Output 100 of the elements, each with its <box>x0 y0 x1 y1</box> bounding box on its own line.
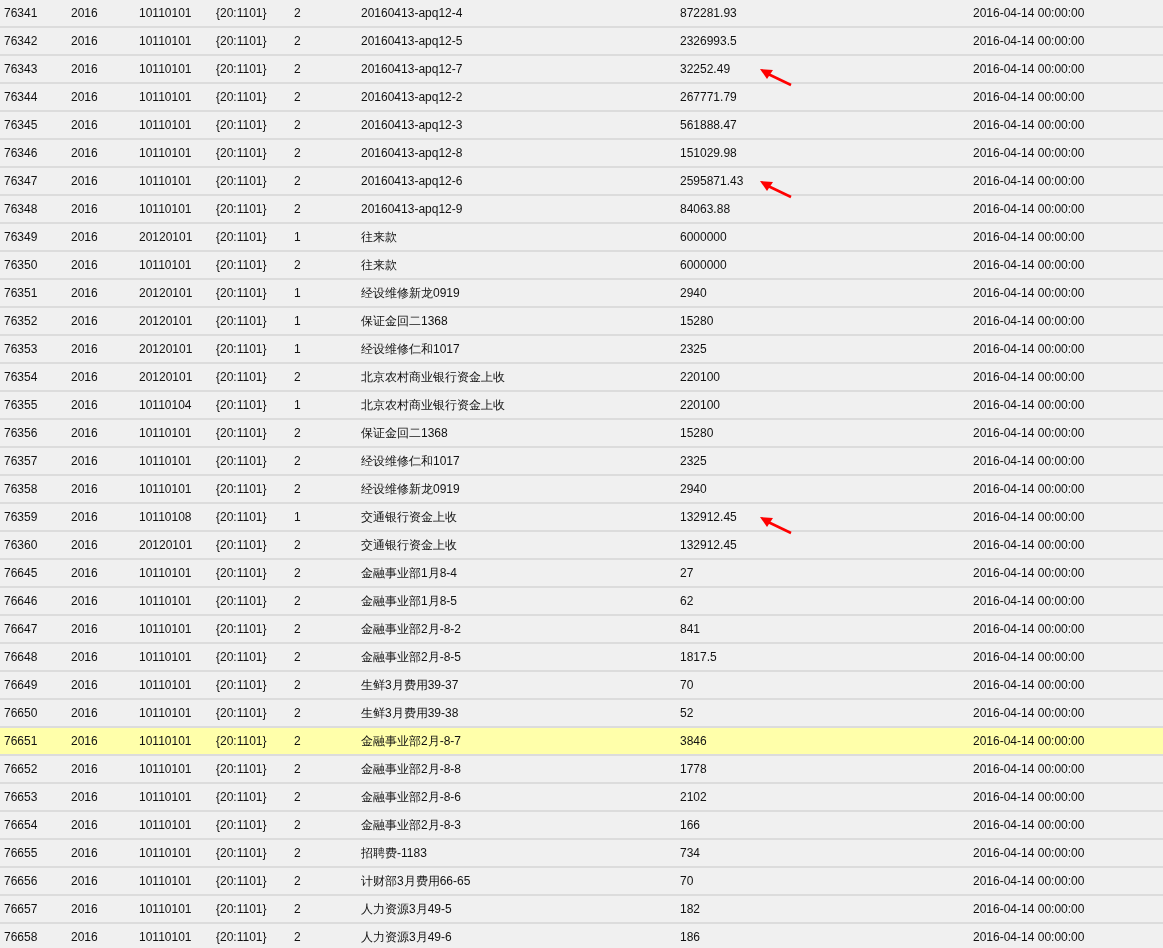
table-cell: 76646 <box>4 594 38 608</box>
table-cell: 1817.5 <box>680 650 717 664</box>
table-cell: 2016 <box>71 286 98 300</box>
table-cell: 10110101 <box>139 90 192 104</box>
table-cell: 76654 <box>4 818 38 832</box>
table-cell: {20:1101} <box>216 650 267 664</box>
table-cell: 2016 <box>71 6 98 20</box>
table-cell: 10110108 <box>139 510 192 524</box>
table-cell: 2016-04-14 00:00:00 <box>973 482 1085 496</box>
table-cell: 20160413-apq12-8 <box>361 146 463 160</box>
table-cell: 76353 <box>4 342 38 356</box>
table-cell: 2 <box>294 818 301 832</box>
table-cell: 2 <box>294 762 301 776</box>
table-cell: 金融事业部2月-8-2 <box>361 620 461 638</box>
table-cell: {20:1101} <box>216 538 267 552</box>
table-cell: 76647 <box>4 622 38 636</box>
table-cell: 10110101 <box>139 566 192 580</box>
table-cell: 10110101 <box>139 650 192 664</box>
table-cell: 76350 <box>4 258 38 272</box>
table-cell: 2016 <box>71 146 98 160</box>
table-cell: 北京农村商业银行资金上收 <box>361 396 505 414</box>
table-cell: {20:1101} <box>216 314 267 328</box>
table-cell: 76341 <box>4 6 38 20</box>
table-cell: 20160413-apq12-9 <box>361 202 463 216</box>
table-cell: 166 <box>680 818 701 832</box>
table-cell: 交通银行资金上收 <box>361 536 457 554</box>
table-cell: 70 <box>680 874 694 888</box>
table-cell: {20:1101} <box>216 62 267 76</box>
table-cell: 2595871.43 <box>680 174 744 188</box>
table-cell: 2016 <box>71 34 98 48</box>
table-cell: 2016-04-14 00:00:00 <box>973 174 1085 188</box>
table-cell: 76351 <box>4 286 38 300</box>
table-cell: 76348 <box>4 202 38 216</box>
table-cell: {20:1101} <box>216 454 267 468</box>
table-cell: 734 <box>680 846 701 860</box>
table-cell: 220100 <box>680 398 721 412</box>
table-cell: {20:1101} <box>216 734 267 748</box>
table-cell: 2016-04-14 00:00:00 <box>973 34 1085 48</box>
table-cell: 76652 <box>4 762 38 776</box>
table-cell: 2016-04-14 00:00:00 <box>973 258 1085 272</box>
table-cell: 220100 <box>680 370 721 384</box>
table-cell: {20:1101} <box>216 510 267 524</box>
table-cell: 10110101 <box>139 678 192 692</box>
table-cell: {20:1101} <box>216 90 267 104</box>
table-cell: 2016-04-14 00:00:00 <box>973 510 1085 524</box>
table-cell: 金融事业部1月8-5 <box>361 592 458 610</box>
table-cell: {20:1101} <box>216 846 267 860</box>
table-cell: {20:1101} <box>216 874 267 888</box>
table-cell: 2016-04-14 00:00:00 <box>973 594 1085 608</box>
table-cell: 32252.49 <box>680 62 731 76</box>
table-cell: 10110101 <box>139 734 192 748</box>
table-cell: 2016-04-14 00:00:00 <box>973 454 1085 468</box>
table-cell: 2016 <box>71 930 98 944</box>
table-cell: 2016 <box>71 874 98 888</box>
table-row[interactable]: 76651 2016 10110101 {20:1101} 2 金融事业部2月-8-7 3846 2016-04-14 00:00:00 <box>0 728 1163 756</box>
table-cell: 2 <box>294 146 301 160</box>
table-cell: 10110101 <box>139 426 192 440</box>
table-cell: 2016-04-14 00:00:00 <box>973 426 1085 440</box>
table-cell: 2 <box>294 622 301 636</box>
table-cell: 交通银行资金上收 <box>361 508 457 526</box>
table-cell: 2016 <box>71 650 98 664</box>
table-cell: 10110101 <box>139 594 192 608</box>
table-cell: 10110101 <box>139 902 192 916</box>
table-cell: 2 <box>294 482 301 496</box>
table-cell: 经设维修新龙0919 <box>361 480 460 498</box>
table-cell: 3846 <box>680 734 707 748</box>
table-cell: 52 <box>680 706 694 720</box>
table-cell: 1 <box>294 398 301 412</box>
table-cell: 76360 <box>4 538 38 552</box>
table-cell: 10110101 <box>139 706 192 720</box>
table-cell: 保证金回二1368 <box>361 312 448 330</box>
table-cell: 2016-04-14 00:00:00 <box>973 874 1085 888</box>
table-cell: {20:1101} <box>216 342 267 356</box>
table-cell: 2 <box>294 370 301 384</box>
table-cell: 2 <box>294 874 301 888</box>
table-cell: 2 <box>294 846 301 860</box>
table-cell: 2 <box>294 62 301 76</box>
table-cell: 10110101 <box>139 62 192 76</box>
table-cell: 2 <box>294 678 301 692</box>
table-cell: {20:1101} <box>216 902 267 916</box>
table-cell: 10110101 <box>139 790 192 804</box>
table-cell: {20:1101} <box>216 146 267 160</box>
table-cell: 2016 <box>71 622 98 636</box>
table-cell: 2016 <box>71 314 98 328</box>
table-cell: 1 <box>294 342 301 356</box>
table-cell: 2325 <box>680 454 707 468</box>
table-cell: 金融事业部2月-8-8 <box>361 760 461 778</box>
table-cell: 20120101 <box>139 538 193 552</box>
table-cell: 76651 <box>4 734 38 748</box>
table-cell: 2016 <box>71 678 98 692</box>
table-cell: 2016-04-14 00:00:00 <box>973 6 1085 20</box>
table-cell: 2016 <box>71 426 98 440</box>
table-cell: 76349 <box>4 230 38 244</box>
table-cell: 1 <box>294 510 301 524</box>
table-cell: 2016 <box>71 342 98 356</box>
table-cell: 20160413-apq12-6 <box>361 174 463 188</box>
table-cell: 2 <box>294 790 301 804</box>
table-cell: {20:1101} <box>216 118 267 132</box>
table-cell: 6000000 <box>680 258 727 272</box>
table-cell: 2016 <box>71 538 98 552</box>
